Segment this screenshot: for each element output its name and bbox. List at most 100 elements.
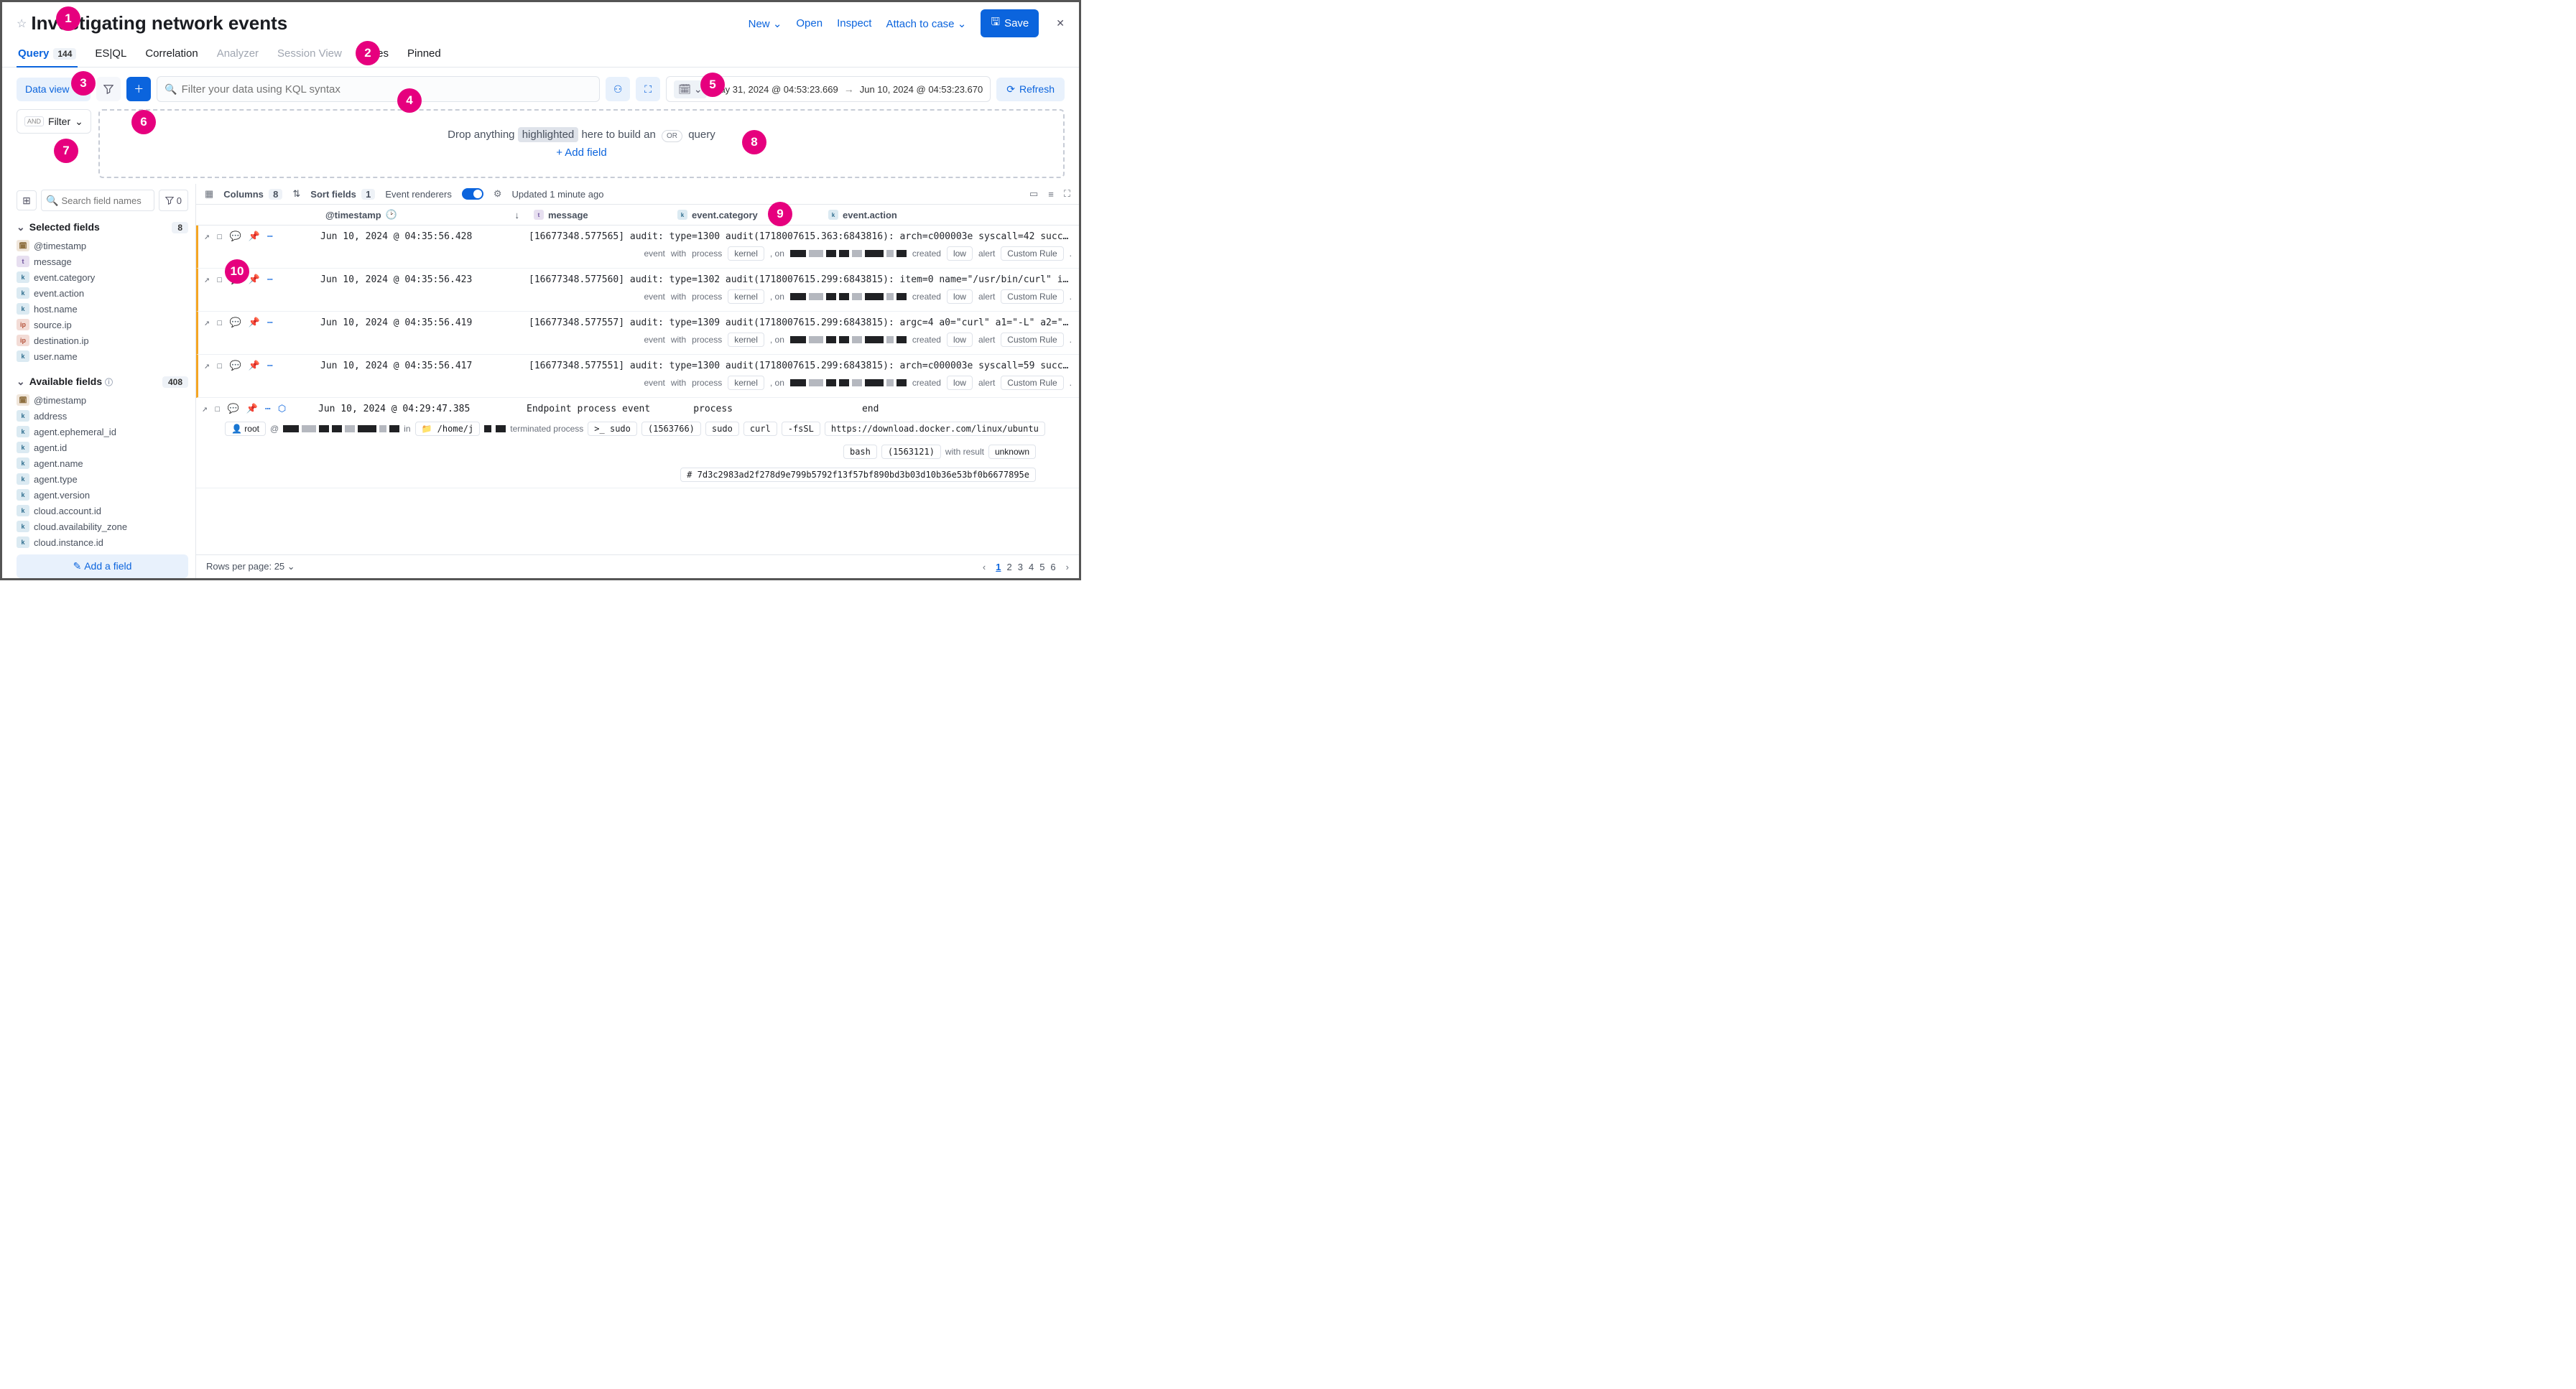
- pin-icon[interactable]: 📌: [246, 404, 258, 414]
- page-number[interactable]: 4: [1026, 560, 1037, 574]
- path-chip[interactable]: 📁 /home/j: [415, 422, 481, 436]
- column-timestamp[interactable]: @timestamp 🕑↓: [318, 205, 527, 225]
- page-number[interactable]: 5: [1037, 560, 1047, 574]
- pid-chip[interactable]: (1563121): [881, 445, 941, 459]
- field-search-input[interactable]: [61, 195, 149, 206]
- pin-icon[interactable]: 📌: [249, 317, 260, 328]
- fullscreen-icon[interactable]: ⛶: [1064, 188, 1070, 200]
- rule-chip[interactable]: Custom Rule: [1001, 376, 1063, 390]
- field-item[interactable]: kagent.ephemeral_id: [17, 424, 188, 440]
- hierarchy-icon[interactable]: ⚇: [606, 77, 630, 101]
- tab-notes[interactable]: Notes: [359, 42, 390, 67]
- more-icon[interactable]: ⋯: [265, 404, 271, 414]
- expand-icon[interactable]: ↗: [204, 231, 210, 242]
- field-item[interactable]: kcloud.instance.id: [17, 534, 188, 550]
- severity-chip[interactable]: low: [947, 246, 973, 261]
- field-search[interactable]: 🔍: [41, 190, 154, 211]
- checkbox[interactable]: ☐: [217, 361, 223, 371]
- hash-chip[interactable]: # 7d3c2983ad2f278d9e799b5792f13f57bf890b…: [680, 468, 1036, 482]
- refresh-button[interactable]: ⟳Refresh: [996, 78, 1065, 101]
- calendar-icon[interactable]: 🗓 ⌄: [674, 80, 706, 98]
- process-chip[interactable]: kernel: [728, 246, 764, 261]
- favorite-icon[interactable]: ☆: [17, 17, 27, 31]
- field-item[interactable]: kuser.name: [17, 348, 188, 364]
- add-a-field-button[interactable]: ✎ Add a field: [17, 554, 188, 578]
- inspect-button[interactable]: Inspect: [837, 17, 871, 29]
- open-button[interactable]: Open: [796, 17, 823, 29]
- field-item[interactable]: kaddress: [17, 408, 188, 424]
- available-fields-section[interactable]: ⌄Available fields ⓘ 408: [17, 371, 188, 392]
- rows-per-page[interactable]: Rows per page: 25 ⌄: [206, 561, 295, 572]
- process-chip[interactable]: kernel: [728, 376, 764, 390]
- query-drop-zone[interactable]: Drop anything highlighted here to build …: [98, 109, 1065, 178]
- attach-to-case-button[interactable]: Attach to case ⌄: [886, 17, 966, 30]
- rule-chip[interactable]: Custom Rule: [1001, 289, 1063, 304]
- column-event-action[interactable]: kevent.action: [821, 205, 1079, 225]
- expand-icon[interactable]: ↗: [202, 404, 208, 414]
- save-button[interactable]: 🖫Save: [981, 9, 1039, 37]
- more-icon[interactable]: ⋯: [267, 317, 273, 328]
- data-view-button[interactable]: Data view ⌄: [17, 78, 91, 101]
- result-chip[interactable]: unknown: [988, 445, 1036, 459]
- user-chip[interactable]: 👤 root: [225, 422, 266, 436]
- comment-icon[interactable]: 💬: [230, 361, 241, 371]
- time-range[interactable]: 🗓 ⌄ May 31, 2024 @ 04:53:23.669 → Jun 10…: [666, 76, 991, 102]
- column-message[interactable]: tmessage: [527, 205, 670, 225]
- selected-fields-section[interactable]: ⌄Selected fields 8: [17, 217, 188, 238]
- comment-icon[interactable]: 💬: [228, 404, 239, 414]
- more-icon[interactable]: ⋯: [267, 231, 273, 242]
- arg-chip[interactable]: curl: [743, 422, 777, 436]
- field-item[interactable]: kevent.category: [17, 269, 188, 285]
- comment-icon[interactable]: 💬: [230, 231, 241, 242]
- field-item[interactable]: kagent.version: [17, 487, 188, 503]
- kql-input[interactable]: [177, 79, 593, 100]
- close-icon[interactable]: ✕: [1053, 17, 1067, 29]
- checkbox[interactable]: ☐: [215, 404, 221, 414]
- tab-correlation[interactable]: Correlation: [144, 42, 199, 67]
- collapse-sidebar-icon[interactable]: ⊞: [17, 190, 37, 210]
- event-renderers-toggle[interactable]: [462, 188, 483, 200]
- field-item[interactable]: kevent.action: [17, 285, 188, 301]
- tab-esql[interactable]: ES|QL: [93, 42, 128, 67]
- field-item[interactable]: kagent.id: [17, 440, 188, 455]
- tab-query[interactable]: Query144: [17, 42, 78, 67]
- checkbox[interactable]: ☐: [217, 231, 223, 242]
- process-chip[interactable]: kernel: [728, 333, 764, 347]
- field-item[interactable]: kcloud.availability_zone: [17, 519, 188, 534]
- new-button[interactable]: New ⌄: [749, 17, 782, 30]
- severity-chip[interactable]: low: [947, 333, 973, 347]
- expand-icon[interactable]: ↗: [204, 274, 210, 285]
- kql-search[interactable]: 🔍: [157, 76, 600, 102]
- page-number[interactable]: 2: [1004, 560, 1014, 574]
- page-number[interactable]: 1: [993, 560, 1004, 574]
- field-item[interactable]: ipdestination.ip: [17, 333, 188, 348]
- columns-button[interactable]: Columns 8: [223, 189, 282, 200]
- expand-icon[interactable]: ↗: [204, 317, 210, 328]
- next-page-icon[interactable]: ›: [1066, 562, 1069, 572]
- pid-chip[interactable]: (1563766): [641, 422, 701, 436]
- field-item[interactable]: ipsource.ip: [17, 317, 188, 333]
- more-icon[interactable]: ⋯: [267, 361, 273, 371]
- url-chip[interactable]: https://download.docker.com/linux/ubuntu: [825, 422, 1045, 436]
- add-filter-button[interactable]: ＋: [126, 77, 151, 101]
- pin-icon[interactable]: 📌: [249, 361, 260, 371]
- field-item[interactable]: kagent.type: [17, 471, 188, 487]
- expand-icon[interactable]: ↗: [204, 361, 210, 371]
- rule-chip[interactable]: Custom Rule: [1001, 333, 1063, 347]
- field-item[interactable]: khost.name: [17, 301, 188, 317]
- prev-page-icon[interactable]: ‹: [983, 562, 986, 572]
- checkbox[interactable]: ☐: [217, 274, 223, 285]
- tab-session-view[interactable]: Session View: [276, 42, 343, 67]
- sort-fields-button[interactable]: Sort fields 1: [310, 189, 375, 200]
- columns-icon[interactable]: ▦: [205, 188, 213, 200]
- filter-icon[interactable]: [96, 77, 121, 101]
- field-type-filter[interactable]: 0: [159, 190, 188, 211]
- process-chip[interactable]: kernel: [728, 289, 764, 304]
- settings-icon[interactable]: ≡: [1048, 189, 1054, 200]
- field-item[interactable]: 🗓@timestamp: [17, 392, 188, 408]
- page-number[interactable]: 6: [1047, 560, 1058, 574]
- arg-chip[interactable]: -fsSL: [782, 422, 820, 436]
- checkbox[interactable]: ☐: [217, 317, 223, 328]
- comment-icon[interactable]: 💬: [230, 317, 241, 328]
- page-number[interactable]: 3: [1015, 560, 1026, 574]
